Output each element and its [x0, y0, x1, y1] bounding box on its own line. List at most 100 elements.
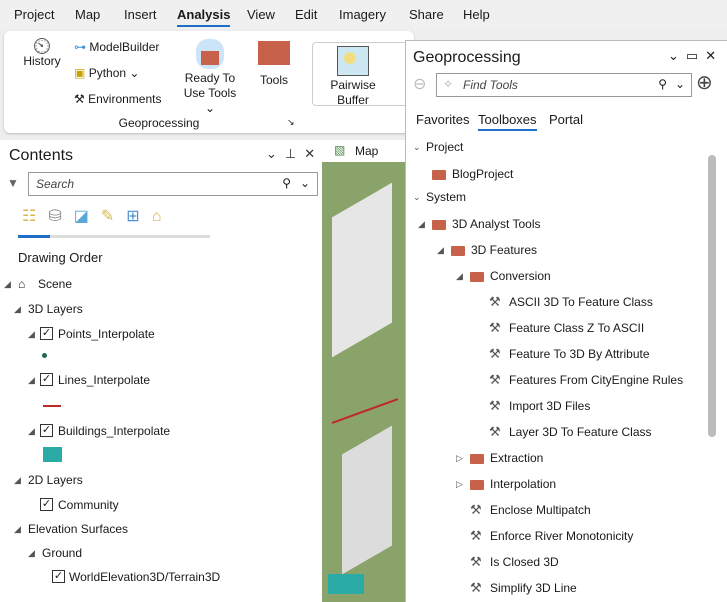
toolbox-icon: [432, 220, 446, 230]
modelbuilder-label: ModelBuilder: [89, 40, 160, 54]
search-icon: ⚲: [658, 77, 667, 91]
tree-item-label: Feature To 3D By Attribute: [509, 347, 650, 361]
chevron-down-icon: ⌄: [668, 48, 686, 63]
tab-portal[interactable]: Portal: [549, 112, 583, 127]
menu-project[interactable]: Project: [14, 7, 54, 22]
tree-item-label: System: [426, 190, 467, 204]
pairwise-buffer-button[interactable]: Pairwise Buffer: [312, 42, 412, 107]
find-tools-input[interactable]: ✧ Find Tools ⚲ ⌄: [436, 73, 692, 97]
sparkle-icon: ✧: [443, 77, 454, 91]
contents-search-input[interactable]: Search ⚲ ⌄: [28, 172, 318, 196]
ready-label-1: Ready To: [184, 71, 236, 85]
modelbuilder-icon: ⊶: [74, 40, 86, 54]
collapsed-icon[interactable]: ▷: [456, 449, 463, 467]
chevron-down-icon[interactable]: ⌄: [413, 188, 421, 206]
scene-icon: ⌂: [18, 277, 26, 291]
buffer-label: Buffer: [337, 93, 369, 107]
hammer-icon: ⚒: [470, 502, 482, 517]
menu-edit[interactable]: Edit: [295, 7, 317, 22]
add-icon[interactable]: ⊕: [696, 72, 713, 94]
point-symbol: [42, 353, 47, 358]
drawing-order-icon: ☷: [22, 208, 49, 225]
menu-insert[interactable]: Insert: [124, 7, 157, 22]
ready-label-2: Use Tools ⌄: [183, 86, 237, 115]
python-label: Python: [88, 66, 127, 80]
hammer-icon: ⚒: [470, 528, 482, 543]
menu-share[interactable]: Share: [409, 7, 444, 22]
tree-item-label: Layer 3D To Feature Class: [509, 425, 652, 439]
map-source-icon: ◪: [73, 208, 101, 225]
geoprocessing-pane: Geoprocessing ⌄▭✕ ⊖ ✧ Find Tools ⚲ ⌄ ⊕ Favo…: [405, 40, 727, 602]
expanded-icon[interactable]: ◢: [418, 215, 425, 233]
checkbox: ✓: [40, 327, 53, 340]
menu-imagery[interactable]: Imagery: [339, 7, 386, 22]
chevron-down-icon: ⌄: [299, 176, 310, 190]
tools-label: Tools: [259, 73, 288, 87]
tree-item-label: Import 3D Files: [509, 399, 591, 413]
collapsed-icon[interactable]: ▷: [456, 475, 463, 493]
expanded-icon[interactable]: ◢: [456, 267, 463, 285]
history-button[interactable]: ⏲ History: [20, 33, 64, 69]
back-icon[interactable]: ⊖: [413, 74, 426, 94]
tree-item-label: Extraction: [490, 451, 544, 465]
search-icon: ⚲: [282, 176, 291, 190]
tools-button[interactable]: Tools: [252, 41, 296, 88]
contents-title: Contents: [9, 147, 74, 164]
hammer-icon: ⚒: [489, 346, 501, 361]
environments-label: Environments: [88, 92, 162, 106]
checkbox: ✓: [52, 570, 65, 583]
map-tab[interactable]: ▧ Map: [322, 140, 406, 162]
maximize-icon: ▭: [685, 48, 706, 63]
filter-icon[interactable]: ▼: [7, 176, 19, 190]
environments-icon: ⚒: [74, 92, 85, 106]
ribbon: ⏲ History ⊶ ModelBuilder ▣ Python ⌄ ⚒ Env…: [4, 31, 414, 133]
hammer-icon: ⚒: [489, 294, 501, 309]
python-icon: ▣: [74, 66, 86, 80]
menu-bar: Project Map Insert Analysis View Edit Im…: [0, 0, 727, 30]
pencil-icon: ✎: [100, 208, 127, 225]
history-label: History: [23, 54, 61, 68]
python-button[interactable]: ▣ Python ⌄: [74, 66, 139, 81]
tree-item-label: Enclose Multipatch: [490, 503, 591, 517]
hammer-icon: ⚒: [489, 424, 501, 439]
hammer-icon: ⚒: [470, 580, 482, 595]
modelbuilder-button[interactable]: ⊶ ModelBuilder: [74, 40, 159, 55]
checkbox: ✓: [40, 424, 53, 437]
environments-button[interactable]: ⚒ Environments: [74, 92, 161, 107]
checkbox: ✓: [40, 373, 53, 386]
menu-map[interactable]: Map: [75, 7, 100, 22]
tab-toolboxes[interactable]: Toolboxes: [478, 112, 537, 131]
tree-item-label: Interpolation: [490, 477, 557, 491]
tab-favorites[interactable]: Favorites: [416, 112, 469, 127]
toolbox-icon: [432, 170, 446, 180]
hammer-icon: ⚒: [489, 372, 501, 387]
tree-item-label: Simplify 3D Line: [490, 581, 577, 595]
pane-controls[interactable]: ⌄▭✕: [668, 48, 723, 64]
map-icon: ▧: [334, 143, 346, 157]
chevron-down-icon[interactable]: ⌄: [413, 138, 421, 156]
tree-item-label: Enforce River Monotonicity: [490, 529, 634, 543]
menu-view[interactable]: View: [247, 7, 275, 22]
history-icon: ⏲: [32, 33, 52, 60]
toolbox-icon: [470, 480, 484, 490]
hammer-icon: ⚒: [470, 554, 482, 569]
hammer-icon: ⚒: [489, 320, 501, 335]
scrollbar[interactable]: [708, 141, 718, 441]
tree-item-label: Conversion: [490, 269, 551, 283]
tree-item-label: 3D Analyst Tools: [452, 217, 541, 231]
close-icon: ✕: [304, 146, 324, 161]
contents-view-toolbar[interactable]: ☷⛁◪✎⊞⌂: [22, 206, 212, 236]
drawing-order-heading: Drawing Order: [18, 250, 103, 265]
ready-to-use-tools-button[interactable]: Ready To Use Tools ⌄: [180, 39, 240, 116]
map-view[interactable]: ▧ Map: [322, 140, 406, 602]
chevron-down-icon: ⌄: [266, 146, 285, 161]
expanded-icon[interactable]: ◢: [437, 241, 444, 259]
menu-analysis[interactable]: Analysis: [177, 7, 231, 27]
tree-item-label: BlogProject: [452, 167, 514, 181]
menu-help[interactable]: Help: [463, 7, 490, 22]
toolbox-icon: [258, 41, 290, 65]
tree-item-label: Features From CityEngine Rules: [509, 373, 684, 387]
dialog-launcher-icon[interactable]: ↘: [287, 115, 295, 130]
pane-controls[interactable]: ⌄⊥✕: [266, 146, 323, 162]
toolbox-icon: [470, 454, 484, 464]
